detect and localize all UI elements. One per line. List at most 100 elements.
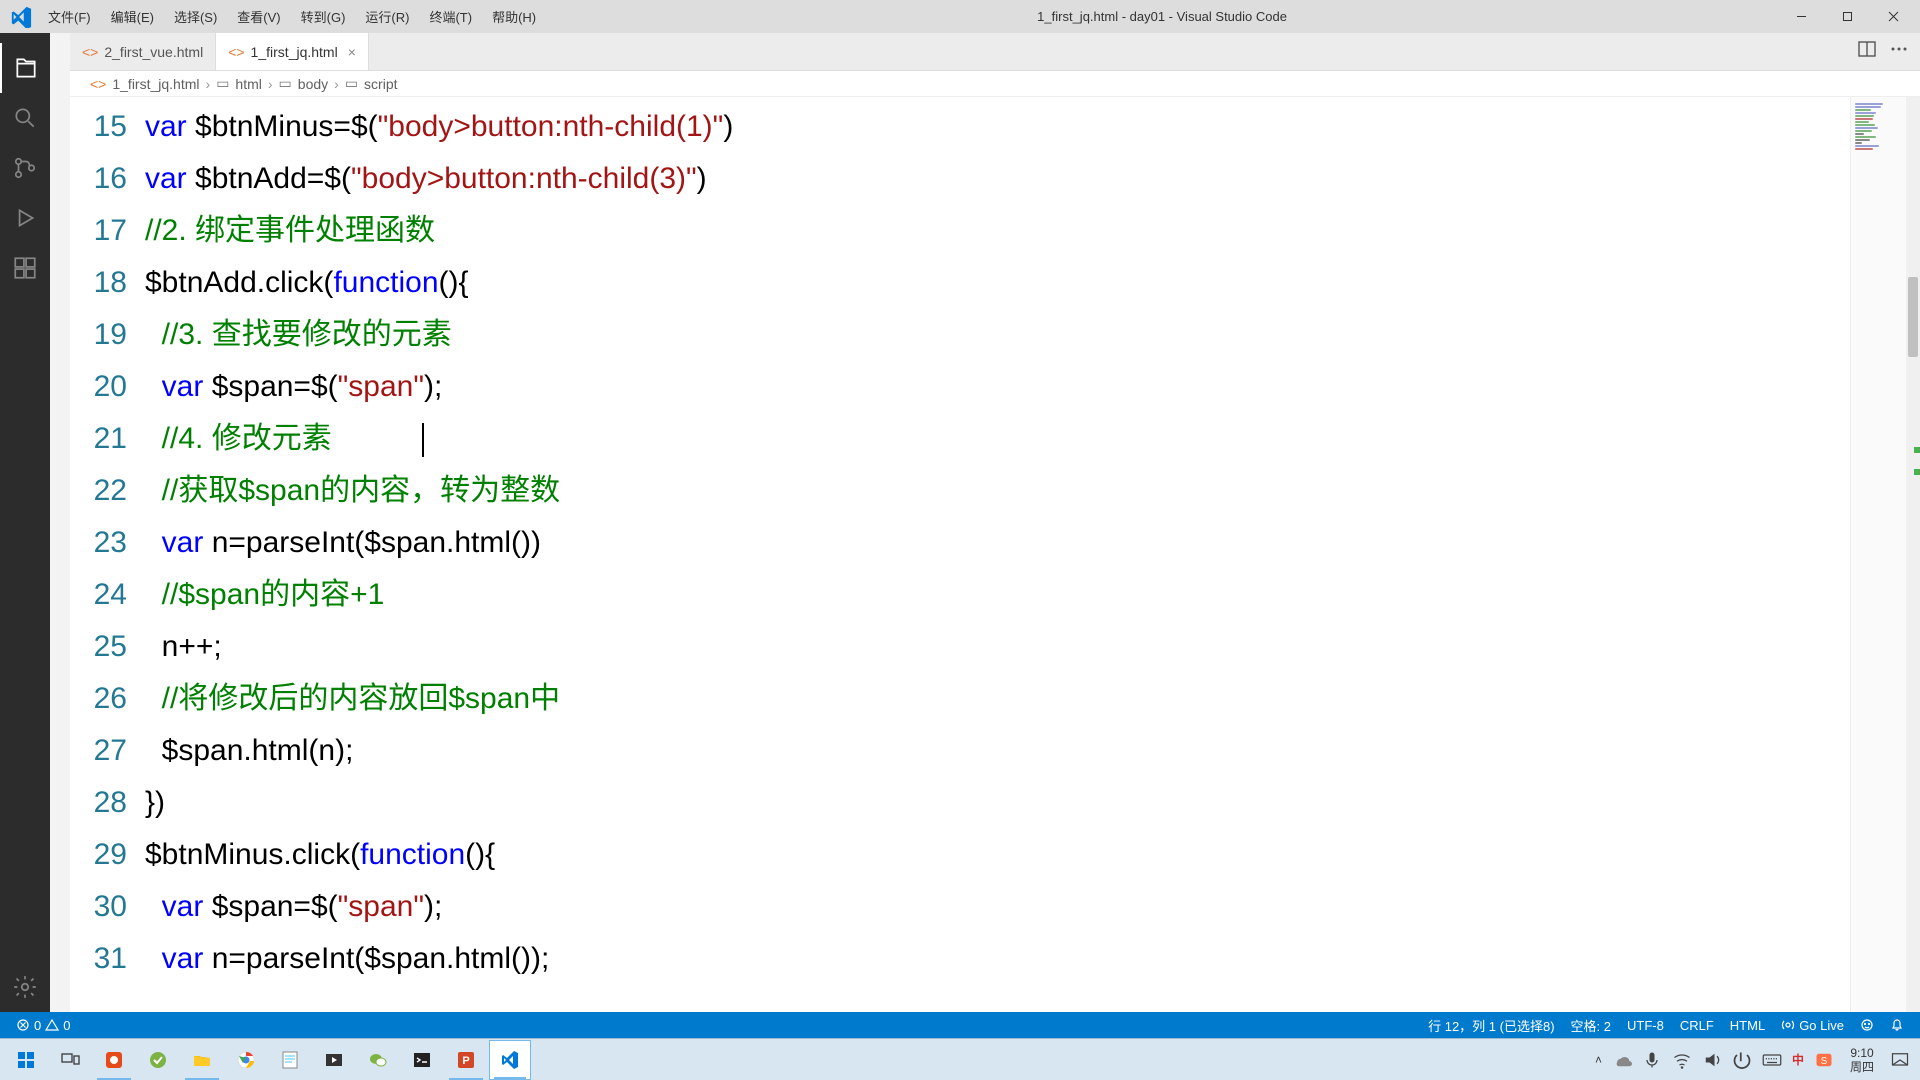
tab-label: 1_first_jq.html [251, 44, 338, 60]
sidebar-collapsed[interactable] [50, 33, 70, 1012]
menu-view[interactable]: 查看(V) [227, 3, 290, 30]
breadcrumb-item[interactable]: html [235, 76, 261, 92]
explorer-icon[interactable] [0, 43, 50, 93]
main-area: <> 2_first_vue.html <> 1_first_jq.html ×… [0, 33, 1920, 1012]
power-icon[interactable] [1732, 1050, 1752, 1070]
maximize-button[interactable] [1824, 0, 1870, 33]
chevron-right-icon: › [206, 76, 211, 92]
status-indent[interactable]: 空格: 2 [1563, 1016, 1619, 1035]
minimap[interactable] [1850, 97, 1906, 1012]
tab-label: 2_first_vue.html [104, 44, 203, 60]
title-bar: 文件(F) 编辑(E) 选择(S) 查看(V) 转到(G) 运行(R) 终端(T… [0, 0, 1920, 33]
source-control-icon[interactable] [0, 143, 50, 193]
svg-text:S: S [1821, 1055, 1828, 1066]
chevron-right-icon: › [268, 76, 273, 92]
breadcrumb-item[interactable]: 1_first_jq.html [112, 76, 199, 92]
html-file-icon: <> [90, 76, 106, 92]
taskbar-app-wechat[interactable] [357, 1040, 399, 1080]
vertical-scrollbar[interactable] [1906, 97, 1920, 1012]
breadcrumb-item[interactable]: script [364, 76, 397, 92]
settings-gear-icon[interactable] [0, 962, 50, 1012]
extensions-icon[interactable] [0, 243, 50, 293]
overview-marker [1914, 447, 1920, 453]
ime-mode-icon[interactable]: S [1814, 1050, 1834, 1070]
code-editor[interactable]: var $btnMinus=$("body>button:nth-child(1… [145, 97, 1850, 1012]
window-title: 1_first_jq.html - day01 - Visual Studio … [546, 9, 1778, 24]
status-go-live[interactable]: Go Live [1773, 1018, 1852, 1033]
menu-edit[interactable]: 编辑(E) [101, 3, 164, 30]
activity-bar [0, 33, 50, 1012]
html-file-icon: <> [228, 44, 244, 60]
run-debug-icon[interactable] [0, 193, 50, 243]
search-icon[interactable] [0, 93, 50, 143]
tab-2-first-vue[interactable]: <> 2_first_vue.html [70, 33, 216, 70]
close-button[interactable] [1870, 0, 1916, 33]
menu-terminal[interactable]: 终端(T) [419, 3, 482, 30]
ime-indicator[interactable]: 中 [1792, 1051, 1804, 1068]
taskbar-app-terminal[interactable] [401, 1040, 443, 1080]
menu-select[interactable]: 选择(S) [164, 3, 227, 30]
close-tab-icon[interactable]: × [348, 44, 356, 60]
broadcast-icon [1781, 1018, 1795, 1032]
tabs-row: <> 2_first_vue.html <> 1_first_jq.html × [70, 33, 1920, 71]
system-tray[interactable]: ˄ 中 S 9:10 周四 [1589, 1046, 1916, 1074]
editor-group: <> 2_first_vue.html <> 1_first_jq.html ×… [70, 33, 1920, 1012]
taskbar-app-notepad[interactable] [269, 1040, 311, 1080]
minimize-button[interactable] [1778, 0, 1824, 33]
taskbar-app-wechat-dev[interactable] [137, 1040, 179, 1080]
chevron-right-icon: › [334, 76, 339, 92]
windows-taskbar: P ˄ 中 S 9:10 周四 [0, 1038, 1920, 1080]
split-editor-icon[interactable] [1858, 40, 1876, 63]
wifi-icon[interactable] [1672, 1050, 1692, 1070]
svg-text:P: P [462, 1055, 469, 1067]
status-feedback[interactable] [1852, 1018, 1882, 1032]
error-icon [16, 1018, 30, 1032]
taskbar-app-explorer[interactable] [181, 1040, 223, 1080]
menu-help[interactable]: 帮助(H) [482, 3, 546, 30]
microphone-icon[interactable] [1642, 1050, 1662, 1070]
breadcrumb-item[interactable]: body [298, 76, 328, 92]
line-number-gutter: 15 16 17 18 19 20 21 22 23 24 25 26 27 2… [70, 97, 145, 1012]
taskbar-app-chrome[interactable] [225, 1040, 267, 1080]
volume-icon[interactable] [1702, 1050, 1722, 1070]
menu-bar: 文件(F) 编辑(E) 选择(S) 查看(V) 转到(G) 运行(R) 终端(T… [38, 3, 546, 30]
start-button[interactable] [5, 1040, 47, 1080]
status-errors[interactable]: 0 0 [8, 1018, 78, 1033]
overview-marker [1914, 469, 1920, 475]
bell-icon [1890, 1018, 1904, 1032]
status-cursor-position[interactable]: 行 12，列 1 (已选择8) [1420, 1016, 1562, 1035]
keyboard-icon[interactable] [1762, 1050, 1782, 1070]
breadcrumb[interactable]: <> 1_first_jq.html › ▭ html › ▭ body › ▭… [70, 71, 1920, 97]
taskbar-app-video[interactable] [313, 1040, 355, 1080]
status-notifications[interactable] [1882, 1018, 1912, 1032]
symbol-icon: ▭ [216, 75, 229, 92]
onedrive-icon[interactable] [1612, 1050, 1632, 1070]
menu-goto[interactable]: 转到(G) [291, 3, 356, 30]
html-file-icon: <> [82, 44, 98, 60]
notifications-icon[interactable] [1890, 1050, 1910, 1070]
editor-body: 15 16 17 18 19 20 21 22 23 24 25 26 27 2… [70, 97, 1920, 1012]
vscode-logo-icon [10, 6, 32, 28]
taskbar-app-powerpoint[interactable]: P [445, 1040, 487, 1080]
status-eol[interactable]: CRLF [1672, 1018, 1722, 1033]
status-bar: 0 0 行 12，列 1 (已选择8) 空格: 2 UTF-8 CRLF HTM… [0, 1012, 1920, 1038]
warning-icon [45, 1018, 59, 1032]
taskbar-app-camtasia[interactable] [93, 1040, 135, 1080]
smiley-icon [1860, 1018, 1874, 1032]
taskbar-app-vscode[interactable] [489, 1040, 531, 1080]
task-view-icon[interactable] [49, 1040, 91, 1080]
text-cursor [422, 423, 424, 457]
scrollbar-thumb[interactable] [1908, 277, 1918, 357]
menu-file[interactable]: 文件(F) [38, 3, 101, 30]
menu-run[interactable]: 运行(R) [355, 3, 419, 30]
editor-actions [1846, 33, 1920, 70]
taskbar-clock[interactable]: 9:10 周四 [1844, 1046, 1880, 1074]
symbol-icon: ▭ [279, 75, 292, 92]
status-encoding[interactable]: UTF-8 [1619, 1018, 1672, 1033]
tray-chevron-up-icon[interactable]: ˄ [1595, 1053, 1602, 1067]
more-actions-icon[interactable] [1890, 40, 1908, 63]
tab-1-first-jq[interactable]: <> 1_first_jq.html × [216, 33, 369, 70]
window-controls [1778, 0, 1916, 33]
symbol-icon: ▭ [345, 75, 358, 92]
status-language[interactable]: HTML [1722, 1018, 1773, 1033]
